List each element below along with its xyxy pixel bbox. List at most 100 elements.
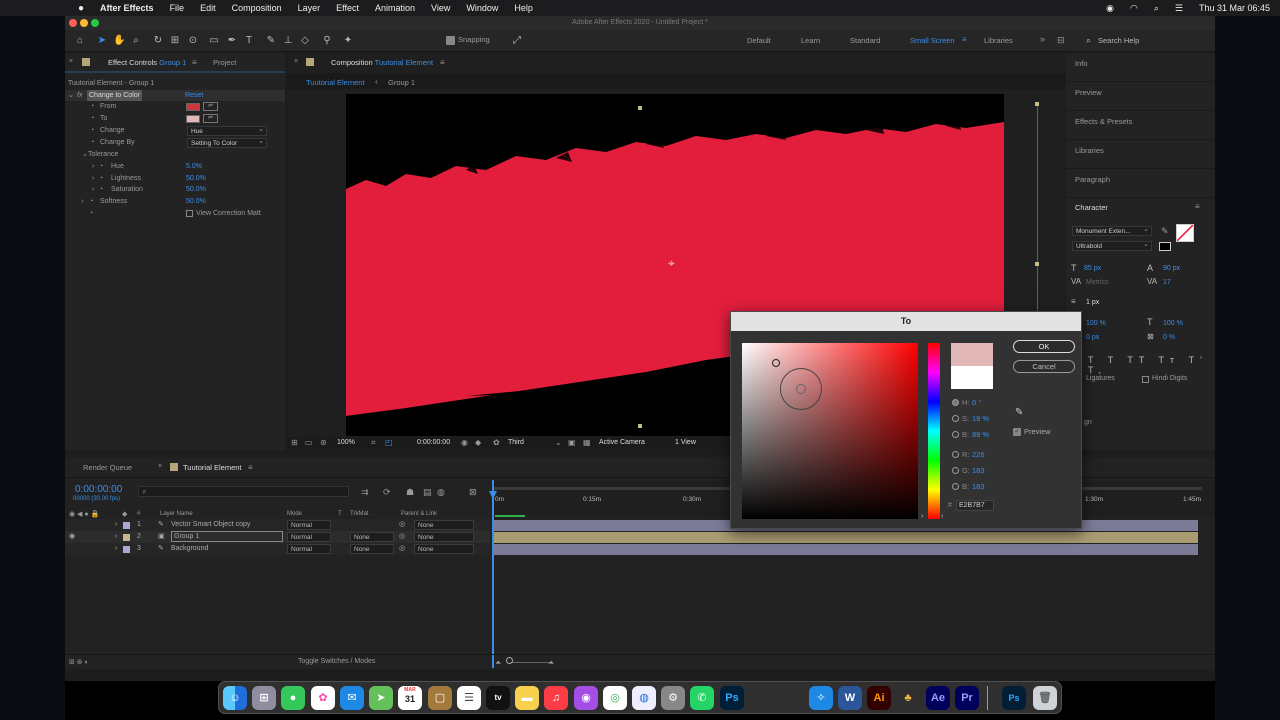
mask-toggle-icon[interactable]: ⊛ [320,438,327,447]
layer-bar[interactable] [494,532,1198,543]
layer-handle[interactable] [638,106,642,110]
comp-mini-flowchart-icon[interactable]: ⇉ [361,487,369,498]
snapping-options-icon[interactable]: ⤢ [511,35,523,47]
font-size-value[interactable]: 85 px [1084,265,1101,272]
layer-expand-icon[interactable]: › [115,531,117,543]
change-dropdown[interactable]: Hue [187,125,267,136]
panel-layout-icon[interactable]: ⊟ [1057,35,1065,46]
chevron-right-icon[interactable]: › [92,173,94,184]
color-field-cursor[interactable] [772,359,780,367]
layer-parent-dropdown[interactable]: None [414,532,474,542]
g-value[interactable]: 183 [972,466,985,475]
chevron-right-icon[interactable]: › [92,184,94,195]
bl-value[interactable]: 183 [972,482,985,491]
layer-name-input[interactable]: Group 1 [171,531,283,542]
close-panel-icon[interactable]: × [69,58,73,65]
toggle-switches-modes[interactable]: Toggle Switches / Modes [298,658,375,665]
workspace-default[interactable]: Default [747,36,771,45]
workspace-small-screen[interactable]: Small Screen [910,36,955,45]
visibility-eye-icon[interactable]: ◉ [69,531,75,543]
stopwatch-icon[interactable]: ◔ [99,161,103,172]
text-style-buttons[interactable]: T T TT Tт T' T, [1088,355,1215,375]
region-icon[interactable]: ◰ [385,438,393,447]
camera-dropdown[interactable]: Active Camera [599,439,645,446]
maps-icon[interactable]: ➤ [369,686,393,710]
panel-menu-icon[interactable]: ≡ [440,58,445,67]
show-snapshot-icon[interactable]: ◆ [475,438,481,447]
control-center-icon[interactable]: ☰ [1175,3,1183,14]
close-panel-icon[interactable]: × [294,58,298,65]
anchor-point-icon[interactable]: ⌖ [668,256,675,270]
menu-effect[interactable]: Effect [336,3,359,13]
preview-panel[interactable]: Preview [1066,82,1215,111]
eyedropper-icon[interactable]: ✎ [1015,407,1023,418]
align-panel-label[interactable]: gn [1084,419,1092,426]
menu-edit[interactable]: Edit [200,3,216,13]
workspace-libraries[interactable]: Libraries [984,36,1013,45]
menu-animation[interactable]: Animation [375,3,415,13]
menu-composition[interactable]: Composition [232,3,282,13]
stopwatch-icon[interactable]: ◔ [90,125,94,136]
to-eyedropper-icon[interactable]: ⇌ [203,114,218,123]
vertical-scale-value[interactable]: 100 % [1086,320,1106,327]
record-icon[interactable]: ◉ [1106,3,1114,14]
saturation-radio[interactable] [952,415,959,422]
layer-label-color[interactable] [123,534,130,541]
layer-bar[interactable] [494,544,1198,555]
hue-slider-handle-right[interactable]: ‹ [941,513,943,520]
menu-file[interactable]: File [170,3,185,13]
type-tool-icon[interactable]: T [243,35,255,47]
apple-icon[interactable]: ● [78,3,84,14]
effect-expand-icon[interactable]: ⌄ [68,90,74,101]
menu-help[interactable]: Help [514,3,533,13]
frame-blending-icon[interactable]: ▤ [423,487,432,498]
layer-label-color[interactable] [123,546,130,553]
s-value[interactable]: 19 % [972,414,989,423]
motion-blur-icon[interactable]: ◍ [437,487,445,498]
hue-slider[interactable] [928,343,940,519]
stickies-icon[interactable]: ▬ [515,686,539,710]
pick-whip-icon[interactable]: ◎ [399,543,405,555]
premiere-pro-icon[interactable]: Pr [955,686,979,710]
from-eyedropper-icon[interactable]: ⇌ [203,102,218,111]
panel-menu-icon[interactable]: ≡ [248,463,253,472]
timeline-footer-icons[interactable]: ⊞ ⊛ ◐ [69,658,89,666]
zoom-dropdown[interactable]: 100% [337,439,355,446]
zoom-out-icon[interactable]: ⏶ [495,658,501,668]
help-search-input[interactable]: Search Help [1098,36,1139,45]
r-value[interactable]: 226 [972,450,985,459]
menu-layer[interactable]: Layer [298,3,321,13]
layer-mode-dropdown[interactable]: Normal [287,544,331,554]
psd-file-icon[interactable]: Ps [1002,686,1026,710]
hue-slider-handle-left[interactable]: › [921,513,923,520]
hindi-digits-checkbox[interactable] [1142,376,1149,383]
menubar-clock[interactable]: Thu 31 Mar 06:45 [1199,3,1270,13]
close-tab-icon[interactable]: × [158,463,162,470]
menu-view[interactable]: View [431,3,450,13]
zoom-slider-track[interactable] [512,662,552,663]
brightness-radio[interactable] [952,431,959,438]
original-color-preview[interactable] [951,366,993,389]
selection-tool-icon[interactable]: ➤ [96,35,108,47]
trash-icon[interactable]: 🗑 [1033,686,1057,710]
stopwatch-icon[interactable]: ◔ [99,173,103,184]
resolution-dropdown[interactable]: Third [508,439,524,446]
pick-whip-icon[interactable]: ◎ [399,519,405,531]
stopwatch-icon[interactable]: ◔ [90,101,94,112]
layer-name[interactable]: Vector Smart Object copy [171,519,250,531]
layer-mode-dropdown[interactable]: Normal [287,520,331,530]
eyedropper-icon[interactable]: ✎ [1161,226,1169,237]
layer-trkmat-dropdown[interactable]: None [350,532,394,542]
saturation-value[interactable]: 50.0% [186,184,206,195]
pineapple-icon[interactable]: ♣ [896,686,920,710]
zoom-in-icon[interactable]: ⏶ [548,658,554,668]
chevron-right-icon[interactable]: › [92,161,94,172]
saturation-brightness-field[interactable] [742,343,918,519]
timeline-timecode[interactable]: 0:00:00:00 [75,484,122,495]
blue-radio[interactable] [952,483,959,490]
layer-parent-dropdown[interactable]: None [414,520,474,530]
system-preferences-icon[interactable]: ⚙ [661,686,685,710]
layer-search-input[interactable]: ⌕ [138,486,349,497]
photos-icon[interactable]: ✿ [311,686,335,710]
puppet-pin-tool-icon[interactable]: ✦ [342,35,354,47]
